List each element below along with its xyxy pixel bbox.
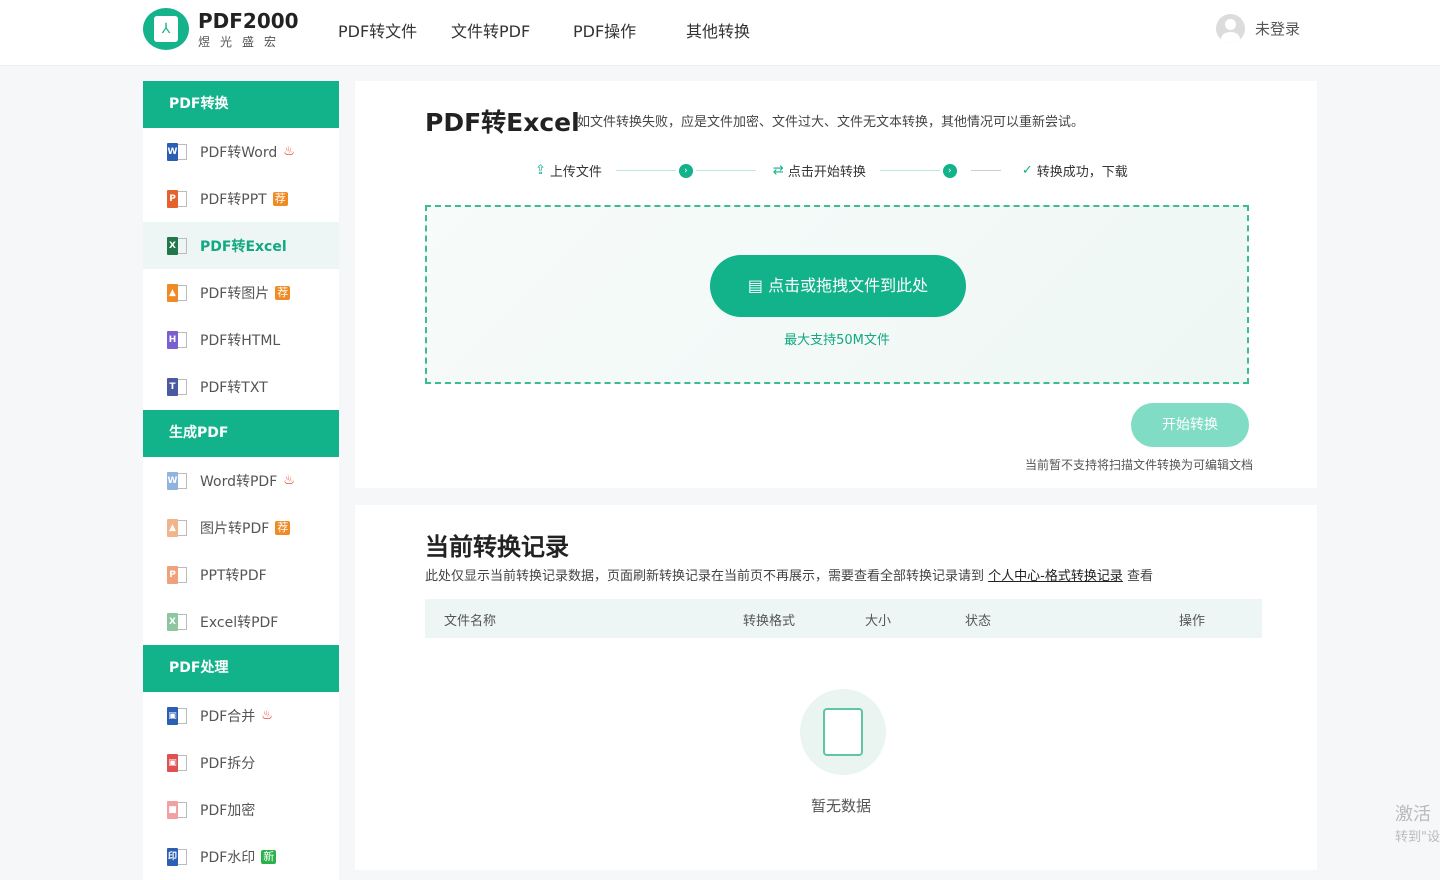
- file-type-icon: H: [167, 330, 187, 349]
- file-type-icon: P: [167, 189, 187, 208]
- chevron-right-icon: ›: [678, 163, 693, 178]
- conversion-note: 如文件转换失败，应是文件加密、文件过大、文件无文本转换，其他情况可以重新尝试。: [577, 115, 1085, 130]
- sidebar-item[interactable]: ▣ PDF拆分: [143, 739, 339, 786]
- file-size-limit: 最大支持50M文件: [784, 333, 890, 348]
- sidebar-item-label: PDF转TXT: [200, 379, 268, 396]
- sidebar-item[interactable]: ▲ PDF转图片荐: [143, 269, 339, 316]
- logo-subtitle: 煜光盛宏: [198, 34, 287, 49]
- avatar-icon: [1216, 14, 1245, 43]
- file-type-icon: P: [167, 565, 187, 584]
- records-card: 当前转换记录 此处仅显示当前转换记录数据，页面刷新转换记录在当前页不再展示，需要…: [355, 505, 1317, 870]
- file-type-icon: ▲: [167, 283, 187, 302]
- sidebar-item[interactable]: P PPT转PDF: [143, 551, 339, 598]
- sidebar-item-label: PPT转PDF: [200, 567, 267, 584]
- scan-note: 当前暂不支持将扫描文件转换为可编辑文档: [1025, 458, 1254, 472]
- sidebar-item-label: Excel转PDF: [200, 614, 279, 631]
- step-upload: 上传文件: [549, 165, 602, 180]
- steps-indicator: ⇪ 上传文件 › ⇄ 点击开始转换 › ✓ 转换成功，下载: [535, 161, 1128, 180]
- upload-step-icon: ⇪: [535, 163, 546, 178]
- sidebar-item[interactable]: X PDF转Excel: [143, 222, 339, 269]
- activation-watermark-sub: 转到"设: [1395, 830, 1440, 845]
- file-type-icon: X: [167, 236, 187, 255]
- col-size: 大小: [865, 614, 892, 629]
- sidebar-section-header: 生成PDF: [143, 410, 339, 457]
- item-badge: 荐: [272, 191, 288, 206]
- nav-pdf-operations[interactable]: PDF操作: [573, 18, 636, 42]
- file-type-icon: ■: [167, 800, 187, 819]
- file-type-icon: ▲: [167, 518, 187, 537]
- records-table-header: 文件名称 转换格式 大小 状态 操作: [425, 599, 1262, 638]
- col-format: 转换格式: [743, 614, 796, 629]
- sidebar-section-header: PDF转换: [143, 81, 339, 128]
- sidebar-item[interactable]: ▣ PDF合并 ♨: [143, 692, 339, 739]
- hot-fire-icon: ♨: [261, 708, 273, 723]
- nav-pdf-to-file[interactable]: PDF转文件: [338, 18, 417, 42]
- file-type-icon: T: [167, 377, 187, 396]
- sidebar-item[interactable]: W PDF转Word ♨: [143, 128, 339, 175]
- sidebar-item-label: PDF转PPT: [200, 191, 267, 208]
- activation-watermark: 激活: [1395, 804, 1431, 825]
- col-file-name: 文件名称: [444, 614, 497, 629]
- file-type-icon: X: [167, 612, 187, 631]
- file-type-icon: W: [167, 471, 187, 490]
- chevron-right-icon: ›: [942, 163, 957, 178]
- check-circle-icon: ✓: [1021, 163, 1033, 178]
- file-drop-zone[interactable]: ▤ 点击或拖拽文件到此处 最大支持50M文件: [425, 205, 1249, 384]
- top-header: ⅄ PDF2000 煜光盛宏 PDF转文件 文件转PDF PDF操作 其他转换 …: [0, 0, 1440, 66]
- upload-button[interactable]: ▤ 点击或拖拽文件到此处: [710, 255, 966, 317]
- step-convert: 点击开始转换: [787, 165, 866, 180]
- converter-card: PDF转Excel 如文件转换失败，应是文件加密、文件过大、文件无文本转换，其他…: [355, 81, 1317, 488]
- file-icon: ▤: [747, 276, 769, 295]
- upload-label: 点击或拖拽文件到此处: [768, 276, 929, 295]
- logo[interactable]: ⅄ PDF2000 煜光盛宏: [143, 8, 299, 50]
- hot-fire-icon: ♨: [283, 473, 295, 488]
- convert-step-icon: ⇄: [772, 163, 784, 178]
- sidebar-item-label: PDF合并: [200, 708, 256, 725]
- login-label: 未登录: [1255, 20, 1301, 38]
- sidebar-item-label: 图片转PDF: [200, 520, 270, 537]
- empty-text: 暂无数据: [811, 797, 872, 815]
- page-title: PDF转Excel: [425, 108, 580, 137]
- login-button[interactable]: 未登录: [1216, 14, 1300, 43]
- sidebar-item[interactable]: X Excel转PDF: [143, 598, 339, 645]
- sidebar-item[interactable]: T PDF转TXT: [143, 363, 339, 410]
- sidebar-item[interactable]: W Word转PDF ♨: [143, 457, 339, 504]
- file-type-icon: W: [167, 142, 187, 161]
- item-badge: 荐: [275, 285, 291, 300]
- sidebar: PDF转换 W PDF转Word ♨ P PDF转PPT 荐 X PDF转Excel ▲ PDF转图…: [143, 81, 339, 880]
- file-type-icon: ▣: [167, 753, 187, 772]
- logo-icon: ⅄: [143, 8, 189, 50]
- empty-document-icon: [800, 689, 886, 775]
- file-type-icon: ▣: [167, 706, 187, 725]
- records-note: 此处仅显示当前转换记录数据，页面刷新转换记录在当前页不再展示，需要查看全部转换记…: [425, 569, 1154, 584]
- nav-file-to-pdf[interactable]: 文件转PDF: [451, 18, 530, 42]
- step-download: 转换成功，下载: [1036, 165, 1128, 180]
- sidebar-section-header: PDF处理: [143, 645, 339, 692]
- sidebar-item[interactable]: ▲ 图片转PDF 荐: [143, 504, 339, 551]
- sidebar-item-label: PDF加密: [200, 802, 256, 819]
- logo-title: PDF2000: [198, 8, 299, 33]
- sidebar-item-label: Word转PDF: [200, 473, 278, 490]
- sidebar-item-label: PDF转图片: [200, 285, 270, 302]
- sidebar-item-label: PDF拆分: [200, 755, 256, 772]
- sidebar-item-label: PDF转Excel: [200, 238, 287, 255]
- records-link[interactable]: 个人中心-格式转换记录: [988, 569, 1123, 584]
- file-type-icon: 印: [167, 847, 187, 866]
- sidebar-item-label: PDF转Word: [200, 144, 278, 161]
- col-action: 操作: [1179, 614, 1206, 629]
- item-badge: 新: [261, 849, 277, 864]
- hot-fire-icon: ♨: [283, 144, 295, 159]
- records-title: 当前转换记录: [425, 533, 569, 561]
- nav-other-conversions[interactable]: 其他转换: [686, 18, 750, 42]
- item-badge: 荐: [275, 520, 291, 535]
- sidebar-item[interactable]: ■ PDF加密: [143, 786, 339, 833]
- start-conversion-button[interactable]: 开始转换: [1131, 403, 1249, 447]
- sidebar-item[interactable]: H PDF转HTML: [143, 316, 339, 363]
- sidebar-item[interactable]: P PDF转PPT 荐: [143, 175, 339, 222]
- sidebar-item-label: PDF水印: [200, 849, 256, 866]
- col-status: 状态: [965, 614, 992, 629]
- sidebar-item[interactable]: 印 PDF水印新: [143, 833, 339, 880]
- sidebar-item-label: PDF转HTML: [200, 332, 281, 349]
